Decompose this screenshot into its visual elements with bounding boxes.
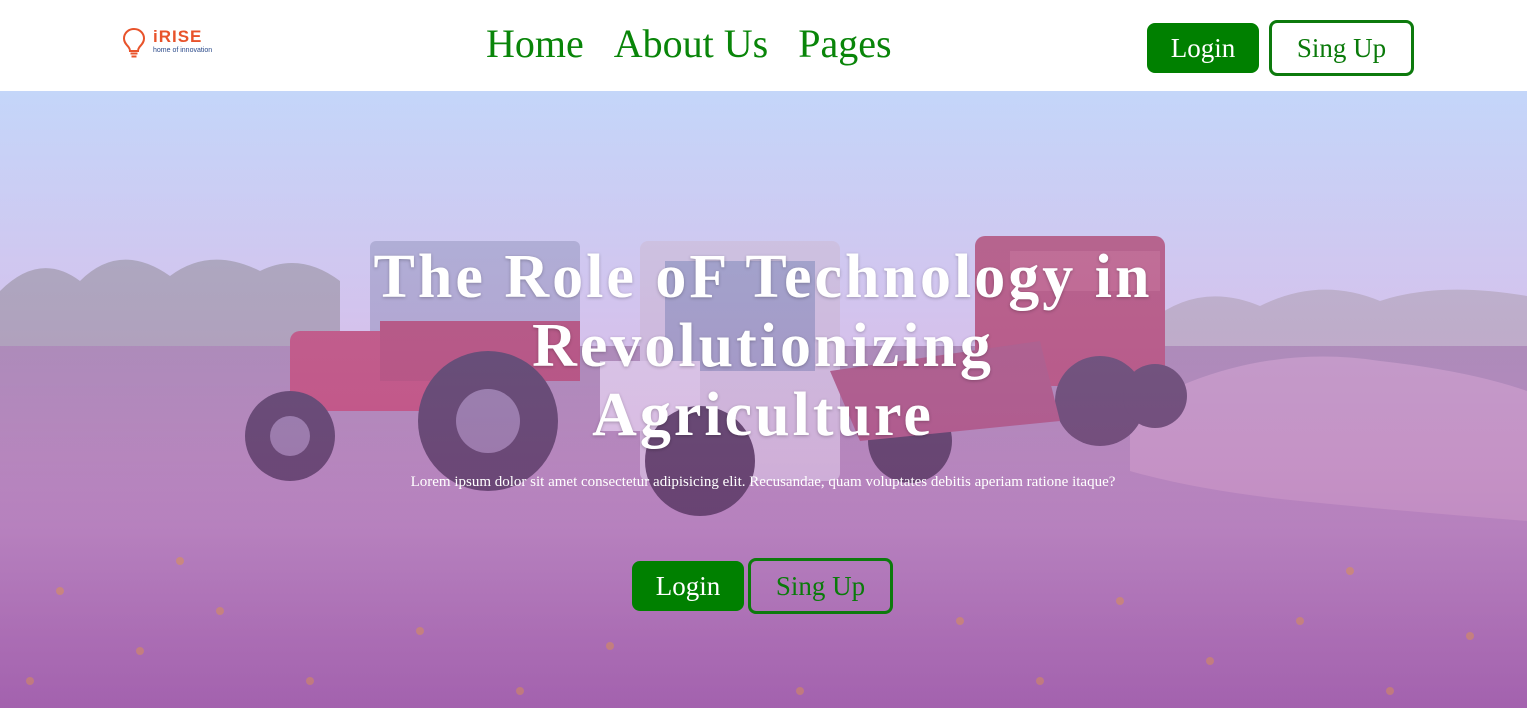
navbar: iRISE home of innovation Home About Us P… xyxy=(0,0,1527,91)
lightbulb-icon xyxy=(122,27,146,58)
hero-title: The Role oF Technology in Revolutionizin… xyxy=(373,243,1153,449)
brand-name: iRISE xyxy=(153,27,203,46)
hero-login-button[interactable]: Login xyxy=(632,561,744,611)
hero-subtitle: Lorem ipsum dolor sit amet consectetur a… xyxy=(410,474,1116,490)
nav-link-home[interactable]: Home xyxy=(486,20,584,70)
nav-login-button[interactable]: Login xyxy=(1147,23,1259,73)
nav-link-about-us[interactable]: About Us xyxy=(614,20,768,70)
hero-section: The Role oF Technology in Revolutionizin… xyxy=(0,91,1527,708)
brand-tagline: home of innovation xyxy=(153,47,213,54)
hero-signup-button[interactable]: Sing Up xyxy=(748,558,893,614)
nav-signup-button[interactable]: Sing Up xyxy=(1269,20,1414,76)
brand-logo[interactable]: iRISE home of innovation xyxy=(122,27,222,61)
main-nav: Home About Us Pages xyxy=(486,20,892,70)
nav-link-pages[interactable]: Pages xyxy=(798,20,891,70)
